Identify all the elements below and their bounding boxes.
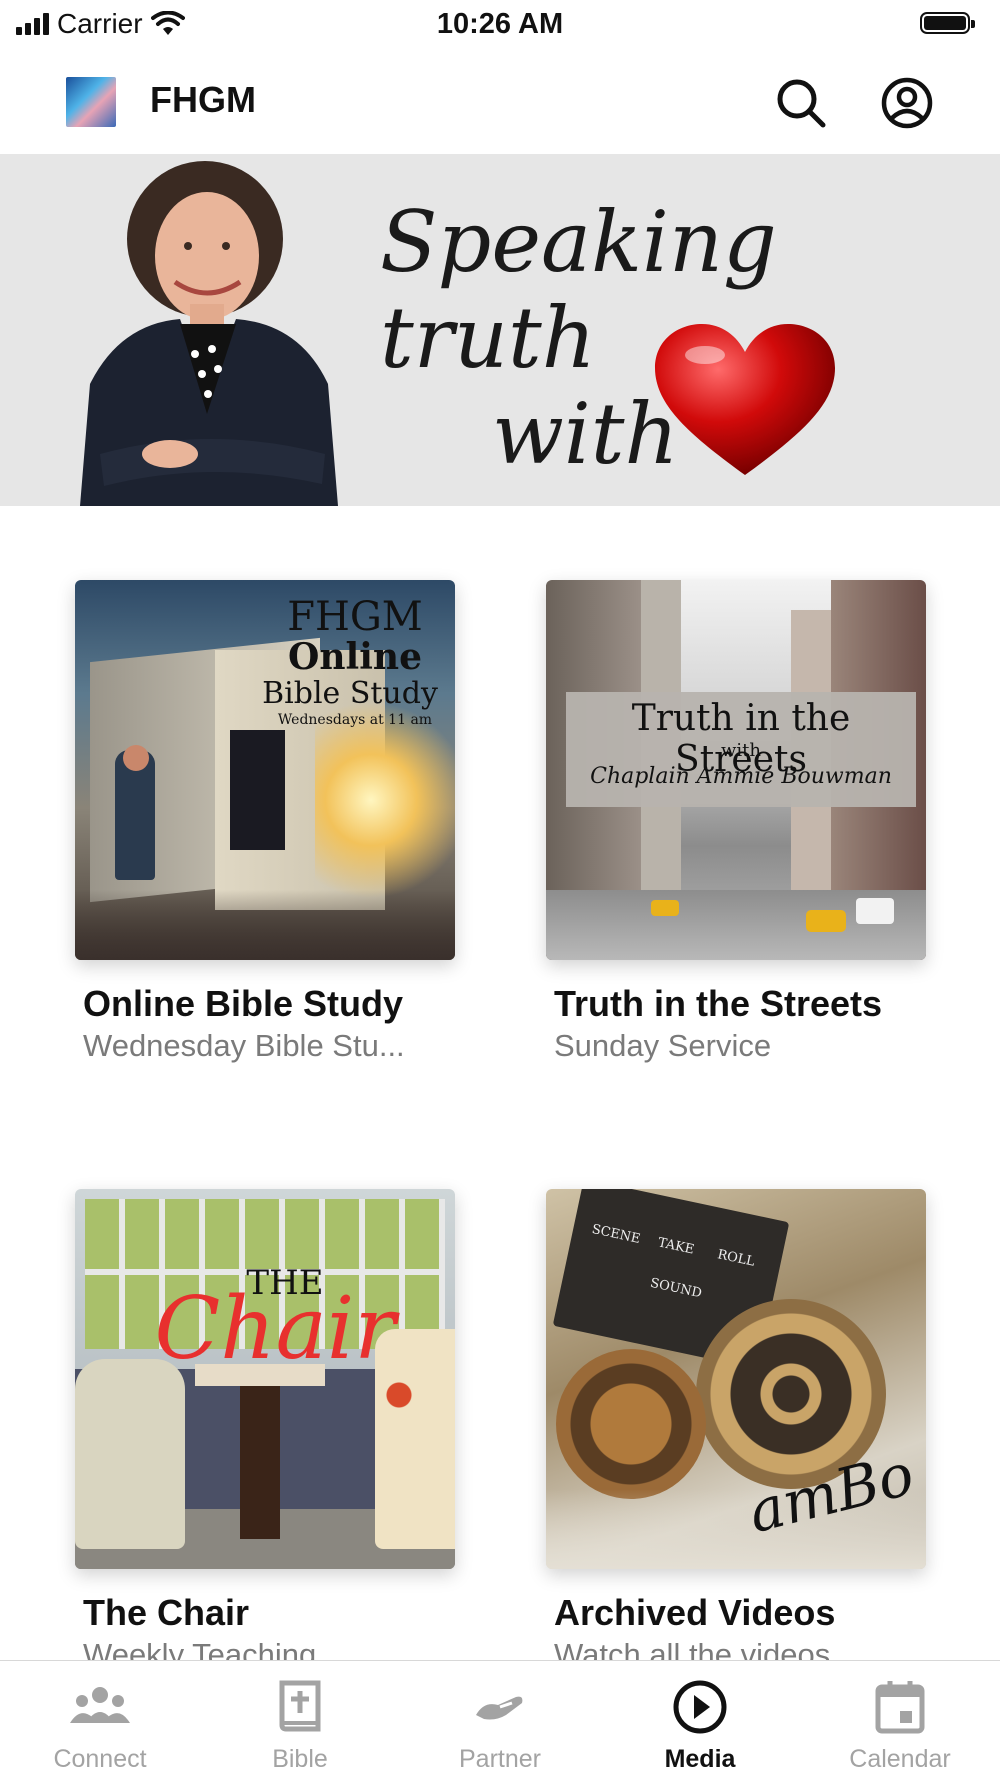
the-chair-art-line2: Chair [154, 1279, 396, 1379]
status-bar: Carrier 10:26 AM [0, 0, 1000, 52]
tab-partner[interactable]: Partner [400, 1661, 600, 1779]
app-title: FHGM [150, 79, 256, 120]
handshake-icon [476, 1696, 523, 1720]
the-chair-artwork: THE Chair [75, 1189, 455, 1569]
bible-study-art-line3: Bible Study [262, 676, 438, 711]
truth-streets-art-line3: Chaplain Ammie Bouwman [590, 764, 892, 789]
bible-study-artwork: FHGM Online Bible Study Wednesdays at 11… [75, 580, 455, 960]
tab-label: Calendar [849, 1745, 951, 1773]
bible-study-art-line1: FHGM [287, 594, 423, 640]
tab-calendar[interactable]: Calendar [800, 1661, 1000, 1779]
play-icon [673, 1680, 727, 1734]
heart-icon [655, 324, 835, 475]
card-title: Archived Videos [554, 1592, 836, 1633]
search-icon[interactable] [774, 76, 828, 130]
calendar-icon [875, 1681, 925, 1734]
people-icon [70, 1687, 130, 1723]
bible-study-art-line4: Wednesdays at 11 am [277, 712, 433, 728]
battery-icon [920, 12, 975, 34]
bible-study-art-line2: Online [288, 636, 422, 678]
hero-banner[interactable]: Speaking truth with [0, 154, 1000, 506]
tab-connect[interactable]: Connect [0, 1661, 200, 1779]
truth-streets-art-line2: with [721, 740, 761, 761]
archived-videos-artwork: SCENE TAKE ROLL SOUND amBo [546, 1189, 926, 1569]
card-title: Online Bible Study [83, 983, 404, 1024]
card-title: The Chair [83, 1592, 250, 1633]
app-logo [66, 77, 116, 127]
card-subtitle: Wednesday Bible Stu... [83, 1028, 405, 1063]
card-title: Truth in the Streets [554, 983, 883, 1024]
tab-label: Connect [53, 1745, 147, 1773]
truth-streets-artwork: Truth in the Streets with Chaplain Ammie… [546, 580, 926, 960]
card-subtitle: Sunday Service [554, 1028, 772, 1063]
tab-bible[interactable]: Bible [200, 1661, 400, 1779]
bible-icon [279, 1680, 321, 1732]
status-time: 10:26 AM [436, 8, 564, 40]
tab-label: Media [664, 1745, 736, 1773]
profile-icon[interactable] [880, 76, 934, 130]
tab-media[interactable]: Media [600, 1661, 800, 1779]
nav-bar: FHGM [0, 52, 1000, 154]
tab-label: Partner [459, 1745, 541, 1773]
tab-label: Bible [272, 1745, 328, 1773]
tab-bar: Connect Bible Partner Media Calendar [0, 1660, 1000, 1779]
